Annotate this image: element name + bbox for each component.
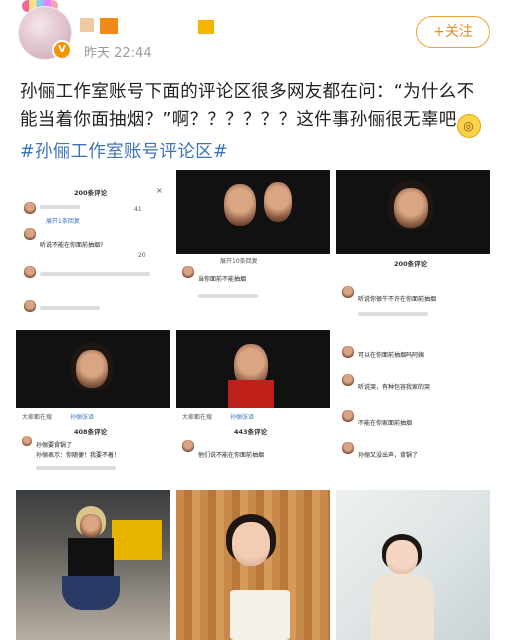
comment-text: 不能在你家面前抽烟 <box>358 420 413 427</box>
comment-text: 孙俪表示：你随便！我要不着！ <box>36 452 121 459</box>
commenter-avatar <box>182 440 194 452</box>
comment-text: 当你面前不能抽烟 <box>198 276 247 283</box>
post-timestamp: 昨天 22:44 <box>84 46 152 61</box>
follow-button[interactable]: +关注 <box>416 16 490 48</box>
search-trending-label: 大家都在搜 <box>22 414 53 421</box>
grid-image-8[interactable] <box>176 490 330 640</box>
commenter-name <box>40 205 80 209</box>
grid-image-1[interactable]: 200条评论 × 41 展开1条回复 听说不能在你面前抽烟? 20 <box>16 170 170 324</box>
comment-count: 443条评论 <box>234 428 268 436</box>
comment-count: 200条评论 <box>74 189 108 197</box>
grid-image-2[interactable]: 展开10条回复 当你面前不能抽烟 <box>176 170 330 324</box>
search-term[interactable]: 孙俪张译 <box>230 412 254 421</box>
commenter-avatar <box>342 374 354 386</box>
comment-text: 听说哭，有种包容我家的哭 <box>358 384 431 391</box>
commenter-avatar <box>24 300 36 312</box>
photo-face <box>232 522 270 566</box>
comment-text: 孙俪又没出声，背锅了 <box>358 452 419 459</box>
like-count: 41 <box>134 206 142 213</box>
redacted-block <box>198 20 214 34</box>
commenter-avatar <box>182 266 194 278</box>
comment-text: 他们说不能在你面前抽烟 <box>198 452 265 459</box>
username-redacted[interactable] <box>80 18 220 34</box>
photo-face <box>80 514 102 538</box>
commenter-avatar <box>342 410 354 422</box>
comment-line <box>358 312 428 316</box>
post-text: 孙俪工作室账号下面的评论区很多网友都在问：“为什么不能当着你面抽烟？”啊？？？？… <box>20 82 475 130</box>
commenter-avatar <box>342 346 354 358</box>
photo-skirt <box>62 576 120 610</box>
photo-coat <box>370 574 434 640</box>
comment-line <box>36 466 116 470</box>
post-body: 孙俪工作室账号下面的评论区很多网友都在问：“为什么不能当着你面抽烟？”啊？？？？… <box>20 78 490 166</box>
commenter-avatar <box>24 202 36 214</box>
video-shirt <box>228 380 274 408</box>
photo-yellow-chairs <box>112 520 162 560</box>
grid-image-4[interactable]: 大家都在搜 孙俪张译 408条评论 孙俪要背锅了 孙俪表示：你随便！我要不着！ <box>16 330 170 484</box>
grid-image-9[interactable] <box>336 490 490 640</box>
grid-image-6[interactable]: 可以在你面前抽烟吗阿姨 听说哭，有种包容我家的哭 不能在你家面前抽烟 孙俪又没出… <box>336 330 490 484</box>
redacted-block <box>80 18 94 32</box>
video-face <box>264 182 292 222</box>
comment-count: 408条评论 <box>74 428 108 436</box>
photo-sign <box>230 590 290 640</box>
comment-text: 孙俪要背锅了 <box>36 442 73 449</box>
video-face <box>224 184 256 226</box>
comment-text: 听说不能在你面前抽烟? <box>40 242 104 249</box>
comment-text: 听说你很牛不许在你面前抽烟 <box>358 296 437 303</box>
grid-image-5[interactable]: 大家都在搜 孙俪张译 443条评论 他们说不能在你面前抽烟 <box>176 330 330 484</box>
post-header: V 昨天 22:44 +关注 <box>0 0 506 70</box>
image-grid: 200条评论 × 41 展开1条回复 听说不能在你面前抽烟? 20 展开10条回… <box>16 170 490 640</box>
verified-icon: V <box>52 40 72 60</box>
comment-text: 可以在你面前抽烟吗阿姨 <box>358 352 425 359</box>
expand-replies[interactable]: 展开1条回复 <box>46 216 80 225</box>
video-face <box>76 350 108 388</box>
commenter-avatar <box>22 436 32 446</box>
like-count: 20 <box>138 252 146 259</box>
expand-replies[interactable]: 展开10条回复 <box>220 256 258 265</box>
commenter-avatar <box>342 286 354 298</box>
grid-image-7[interactable] <box>16 490 170 640</box>
close-icon[interactable]: × <box>156 186 163 195</box>
redacted-block <box>100 18 118 34</box>
search-trending-label: 大家都在搜 <box>182 414 213 421</box>
grid-image-3[interactable]: 200条评论 听说你很牛不许在你面前抽烟 <box>336 170 490 324</box>
commenter-avatar <box>24 266 36 278</box>
hashtag-link[interactable]: #孙俪工作室账号评论区# <box>20 142 228 162</box>
comment-line <box>198 294 258 298</box>
search-term[interactable]: 孙俪张译 <box>70 412 94 421</box>
dizzy-face-emoji-icon: ◎ <box>456 114 481 138</box>
comment-count: 200条评论 <box>394 260 428 268</box>
comment-line <box>40 272 150 276</box>
photo-face <box>386 540 418 574</box>
video-face <box>394 188 428 228</box>
photo-top <box>68 538 114 578</box>
commenter-avatar <box>24 228 36 240</box>
comment-line <box>40 306 100 310</box>
commenter-avatar <box>342 442 354 454</box>
